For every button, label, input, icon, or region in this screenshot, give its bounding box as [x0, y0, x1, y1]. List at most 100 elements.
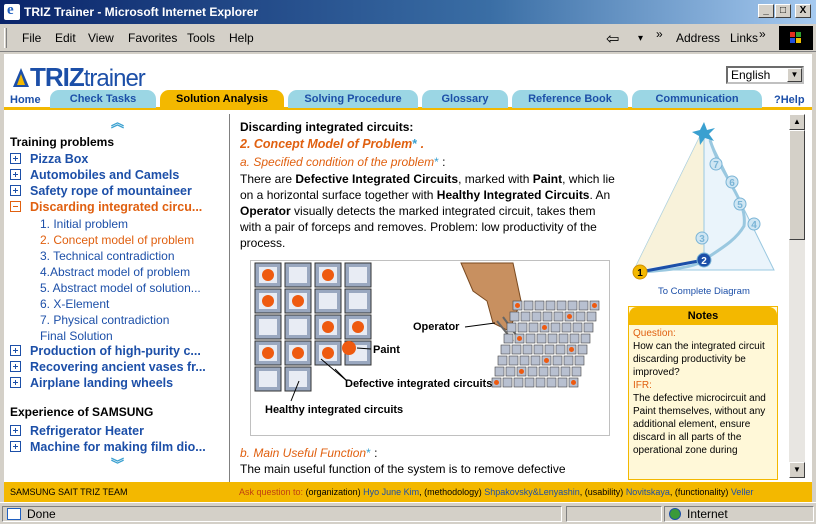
section-a-tail: :	[438, 155, 446, 169]
home-link[interactable]: Home	[10, 94, 41, 106]
step-link-active[interactable]: 2. Concept model of problem	[40, 233, 194, 247]
scroll-thumb[interactable]	[789, 130, 805, 240]
title-bar: TRIZ Trainer - Microsoft Internet Explor…	[0, 0, 816, 24]
content-subtitle: 2. Concept Model of Problem* .	[240, 137, 425, 151]
mini-chip	[583, 322, 594, 333]
menu-favorites[interactable]: Favorites	[128, 31, 177, 45]
tab-check-tasks[interactable]: Check Tasks	[50, 90, 156, 108]
expand-plus-icon[interactable]	[10, 361, 21, 372]
expand-plus-icon[interactable]	[10, 185, 21, 196]
complete-diagram-link[interactable]: To Complete Diagram	[658, 286, 750, 297]
step-link[interactable]: 6. X-Element	[40, 297, 109, 311]
chevron-down-icon[interactable]: ▼	[787, 68, 802, 82]
content-title: Discarding integrated circuits:	[240, 120, 414, 134]
problem-label: Airplane landing wheels	[30, 376, 174, 390]
ie-icon[interactable]	[4, 2, 20, 20]
paint-dot	[262, 269, 274, 281]
links-label[interactable]: Links	[730, 31, 758, 45]
expand-plus-icon[interactable]	[10, 153, 21, 164]
tab-solution-analysis[interactable]: Solution Analysis	[160, 90, 284, 108]
back-arrow-icon[interactable]: ⇦	[606, 32, 619, 48]
step-link[interactable]: 3. Technical contradiction	[40, 249, 175, 263]
help-link[interactable]: ?Help	[774, 94, 805, 106]
mini-chip	[586, 311, 597, 322]
star-icon[interactable]: *	[412, 137, 417, 151]
toolbar-more-icon[interactable]: »	[656, 27, 663, 41]
contact-link[interactable]: Shpakovsky&Lenyashin	[484, 487, 580, 497]
mini-chip	[553, 311, 564, 322]
scroll-down-arrow-icon[interactable]: ▼	[789, 462, 805, 478]
expand-plus-icon[interactable]	[10, 377, 21, 388]
menu-view[interactable]: View	[88, 31, 114, 45]
sidebar-problem-active[interactable]: Discarding integrated circu...	[10, 200, 202, 214]
maximize-button[interactable]: □	[775, 4, 791, 18]
operator-pointer	[464, 322, 496, 328]
question-label: Question:	[633, 328, 676, 339]
menu-help[interactable]: Help	[229, 31, 254, 45]
menu-edit[interactable]: Edit	[55, 31, 76, 45]
links-more-icon[interactable]: »	[759, 27, 766, 41]
tab-glossary[interactable]: Glossary	[422, 90, 508, 108]
vertical-scrollbar[interactable]: ▲ ▼	[789, 114, 805, 478]
pyramid-node-label: 3	[699, 234, 705, 245]
scroll-up-chevron-icon[interactable]: ︽	[111, 116, 124, 129]
menu-tools[interactable]: Tools	[187, 31, 215, 45]
window-title: TRIZ Trainer - Microsoft Internet Explor…	[24, 5, 259, 19]
sidebar-problem-item[interactable]: Airplane landing wheels	[10, 376, 173, 390]
tab-solving-procedure[interactable]: Solving Procedure	[288, 90, 418, 108]
scroll-up-arrow-icon[interactable]: ▲	[789, 114, 805, 130]
step-link[interactable]: 1. Initial problem	[40, 217, 128, 231]
sidebar-problem-item[interactable]: Recovering ancient vases fr...	[10, 360, 206, 374]
address-label[interactable]: Address	[676, 31, 720, 45]
main-function-text: The main useful function of the system i…	[240, 462, 566, 476]
language-select[interactable]: English ▼	[726, 66, 804, 84]
sidebar: ︽ Training problems Pizza Box Automobile…	[4, 114, 230, 482]
contact-link[interactable]: Veller	[731, 487, 754, 497]
paint-dot	[262, 295, 274, 307]
language-value: English	[731, 68, 771, 82]
sidebar-problem-item[interactable]: Machine for making film dio...	[10, 440, 206, 454]
mini-chip	[517, 322, 528, 333]
step-link[interactable]: 5. Abstract model of solution...	[40, 281, 201, 295]
mini-chip	[560, 366, 571, 377]
sidebar-problem-item[interactable]: Safety rope of mountaineer	[10, 184, 192, 198]
expand-plus-icon[interactable]	[10, 425, 21, 436]
scroll-down-chevron-icon[interactable]: ︾	[111, 458, 124, 471]
sidebar-problem-item[interactable]: Production of high-purity c...	[10, 344, 201, 358]
chip-die	[259, 371, 277, 387]
expand-plus-icon[interactable]	[10, 169, 21, 180]
sidebar-problem-item[interactable]: Refrigerator Heater	[10, 424, 144, 438]
close-button[interactable]: X	[795, 4, 811, 18]
sidebar-problem-item[interactable]: Pizza Box	[10, 152, 88, 166]
contact-link[interactable]: Hyo June Kim	[363, 487, 419, 497]
minimize-button[interactable]: _	[758, 4, 774, 18]
menu-grip	[4, 28, 7, 48]
tab-reference-book[interactable]: Reference Book	[512, 90, 628, 108]
triz-pyramid-diagram[interactable]: 1 2 3 4567	[626, 120, 782, 284]
ifr-label: IFR:	[633, 380, 652, 391]
step-link[interactable]: Final Solution	[40, 329, 113, 343]
mini-chip	[538, 366, 549, 377]
back-dropdown-icon[interactable]: ▾	[638, 33, 643, 44]
triz-trainer-logo[interactable]: TRIZtrainer	[12, 62, 146, 93]
paint-dot	[322, 321, 334, 333]
expand-plus-icon[interactable]	[10, 441, 21, 452]
sidebar-problem-item[interactable]: Automobiles and Camels	[10, 168, 179, 182]
mini-chip	[508, 355, 519, 366]
figure-label-operator: Operator	[413, 321, 460, 333]
mini-chip	[575, 311, 586, 322]
section-a-label: a. Specified condition of the problem* :	[240, 155, 445, 169]
mini-chip	[509, 311, 520, 322]
tab-communication[interactable]: Communication	[632, 90, 762, 108]
chip-die	[349, 267, 367, 283]
mini-chip	[561, 322, 572, 333]
expand-plus-icon[interactable]	[10, 345, 21, 356]
mini-chip	[531, 311, 542, 322]
step-link[interactable]: 7. Physical contradiction	[40, 313, 169, 327]
menu-file[interactable]: File	[22, 31, 41, 45]
step-link[interactable]: 4.Abstract model of problem	[40, 265, 190, 279]
contact-link[interactable]: Novitskaya	[626, 487, 670, 497]
collapse-minus-icon[interactable]	[10, 201, 21, 212]
chip-die	[349, 293, 367, 309]
mini-chip	[571, 366, 582, 377]
